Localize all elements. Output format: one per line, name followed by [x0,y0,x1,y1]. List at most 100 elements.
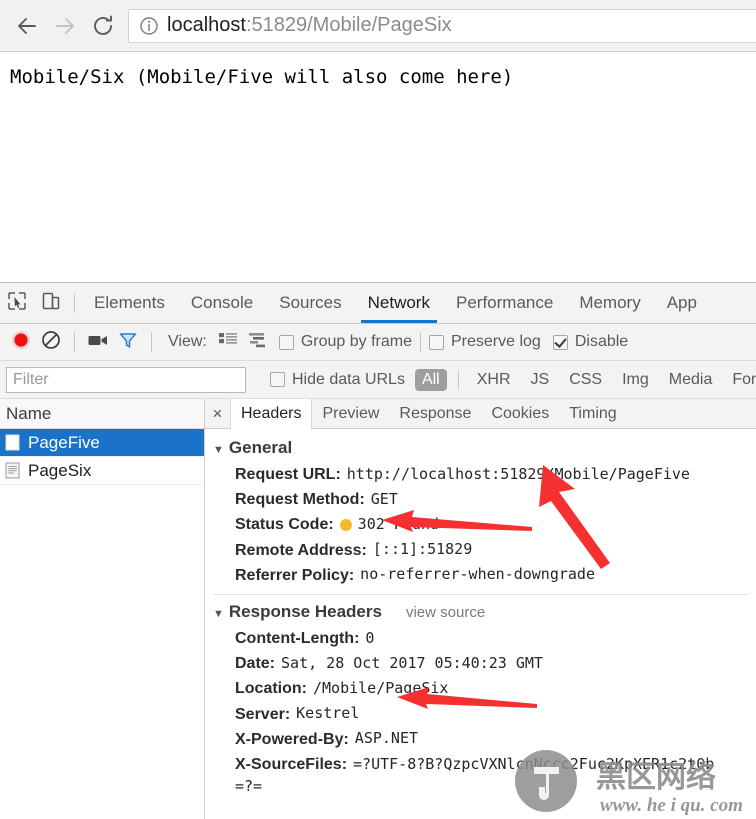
network-toolbar: View: Group by frame Preserve log Disabl… [0,324,756,361]
filter-input[interactable] [6,366,246,393]
header-value: /Mobile/PageSix [313,679,449,698]
tab-label: App [666,293,697,312]
header-name: Status Code: [235,516,334,534]
type-filter-img[interactable]: Img [615,369,656,391]
request-name: PageSix [28,460,92,480]
funnel-filter-icon [118,330,138,355]
reload-button[interactable] [84,7,122,45]
checkbox-box [278,334,294,350]
header-name: Request URL: [235,466,341,483]
toolbar-divider [151,332,152,352]
general-section-header[interactable]: ▼ General [205,435,756,462]
header-value: no-referrer-when-downgrade [360,565,595,584]
waterfall-view-button[interactable] [243,327,273,357]
close-icon[interactable]: × [205,399,231,428]
view-label: View: [168,333,207,350]
address-bar[interactable]: localhost:51829/Mobile/PageSix [128,8,756,43]
header-name: Remote Address: [235,541,367,559]
checkbox-box [429,334,444,350]
header-name: Server: [235,705,291,723]
group-by-frame-label: Group by frame [300,333,412,350]
toolbar-divider [74,293,75,313]
header-value: =?UTF-8?B?QzpcVXNlcnNccc2Fuc2KpXER1c2t0b [353,754,715,773]
capture-screenshots-button[interactable] [83,327,113,357]
referrer-policy-row: Referrer Policy: no-referrer-when-downgr… [205,563,756,588]
tab-sources[interactable]: Sources [266,283,354,323]
tab-network[interactable]: Network [355,283,443,323]
inspect-element-button[interactable] [0,283,34,323]
device-toolbar-icon [41,291,61,316]
tab-memory[interactable]: Memory [566,283,653,323]
group-by-frame-checkbox[interactable]: Group by frame [278,333,412,351]
tab-label: Elements [94,293,165,312]
type-filter-all[interactable]: All [414,368,447,391]
type-filter-media[interactable]: Media [662,369,720,391]
request-method-row: Request Method: GET [205,487,756,512]
document-lines-icon [5,462,20,479]
tab-console[interactable]: Console [178,283,266,323]
disable-cache-checkbox[interactable]: Disable [552,333,628,351]
forward-button[interactable] [46,7,84,45]
inspect-cursor-icon [7,291,27,316]
header-value: http://localhost:51829/Mobile/PageFive [346,464,690,483]
tab-label: Sources [279,293,342,312]
record-button[interactable] [6,327,36,357]
tab-label: Network [367,293,430,312]
x-powered-by-row: X-Powered-By: ASP.NET [205,727,756,752]
toolbar-divider [420,332,421,352]
detail-tab-timing[interactable]: Timing [559,399,626,428]
general-section-label: General [228,438,293,457]
header-name: Date: [235,655,276,673]
tab-label: Performance [455,293,554,312]
content-length-row: Content-Length: 0 [205,626,756,651]
column-header-name[interactable]: Name [0,399,204,429]
headers-content: ▼ General Request URL: http://localhost:… [205,429,756,819]
response-headers-section-header[interactable]: ▼ Response Headers view source [205,599,756,626]
toolbar-divider [457,369,459,390]
detail-tab-headers[interactable]: Headers [231,399,313,429]
header-name: X-Powered-By: [235,730,349,748]
header-name: Request Method: [235,491,365,509]
devtools-panel: Elements Console Sources Network Perform… [0,282,756,819]
hide-data-urls-checkbox[interactable]: Hide data URLs [270,371,405,389]
x-sourcefiles-continuation: =?= [235,777,263,796]
type-filter-js[interactable]: JS [524,369,557,391]
list-view-button[interactable] [213,327,243,357]
header-value: ASP.NET [354,729,419,748]
section-divider [213,593,748,595]
type-filter-css[interactable]: CSS [562,369,609,391]
x-sourcefiles-row: X-SourceFiles: =?UTF-8?B?QzpcVXNlcnNccc2… [205,752,756,777]
arrow-left-icon [15,14,39,38]
preserve-log-checkbox[interactable]: Preserve log [429,333,541,351]
header-value: 302 Found [357,515,439,534]
type-filter-xhr[interactable]: XHR [470,369,518,391]
toggle-device-toolbar-button[interactable] [34,283,68,323]
checkbox-box [270,372,285,387]
detail-tab-cookies[interactable]: Cookies [481,399,559,428]
header-value: GET [370,489,398,508]
request-name: PageFive [28,432,100,452]
checkbox-box [552,334,568,350]
tab-application[interactable]: App [654,283,710,323]
tab-elements[interactable]: Elements [81,283,178,323]
request-row-pagefive[interactable]: PageFive [0,429,204,457]
header-value: [::1]:51829 [372,540,473,559]
filter-row: Hide data URLs All XHR JS CSS Img Media … [0,361,756,399]
detail-tab-response[interactable]: Response [389,399,481,428]
filter-toggle-button[interactable] [113,327,143,357]
watermark-url-text: www. he i qu. com [600,795,743,816]
detail-tabbar: × Headers Preview Response Cookies Timin… [205,399,756,429]
type-filter-font[interactable]: Font [725,369,756,391]
info-circle-icon[interactable] [139,16,159,36]
header-name: Content-Length: [235,629,360,647]
url-text: localhost:51829/Mobile/PageSix [167,14,452,37]
request-row-pagesix[interactable]: PageSix [0,457,204,485]
detail-tab-preview[interactable]: Preview [312,399,389,428]
header-name: Location: [235,680,307,698]
back-button[interactable] [8,7,46,45]
response-headers-label: Response Headers [228,601,382,621]
view-source-link[interactable]: view source [406,604,485,621]
clear-button[interactable] [36,327,66,357]
tab-performance[interactable]: Performance [443,283,566,323]
request-url-row: Request URL: http://localhost:51829/Mobi… [205,462,756,487]
